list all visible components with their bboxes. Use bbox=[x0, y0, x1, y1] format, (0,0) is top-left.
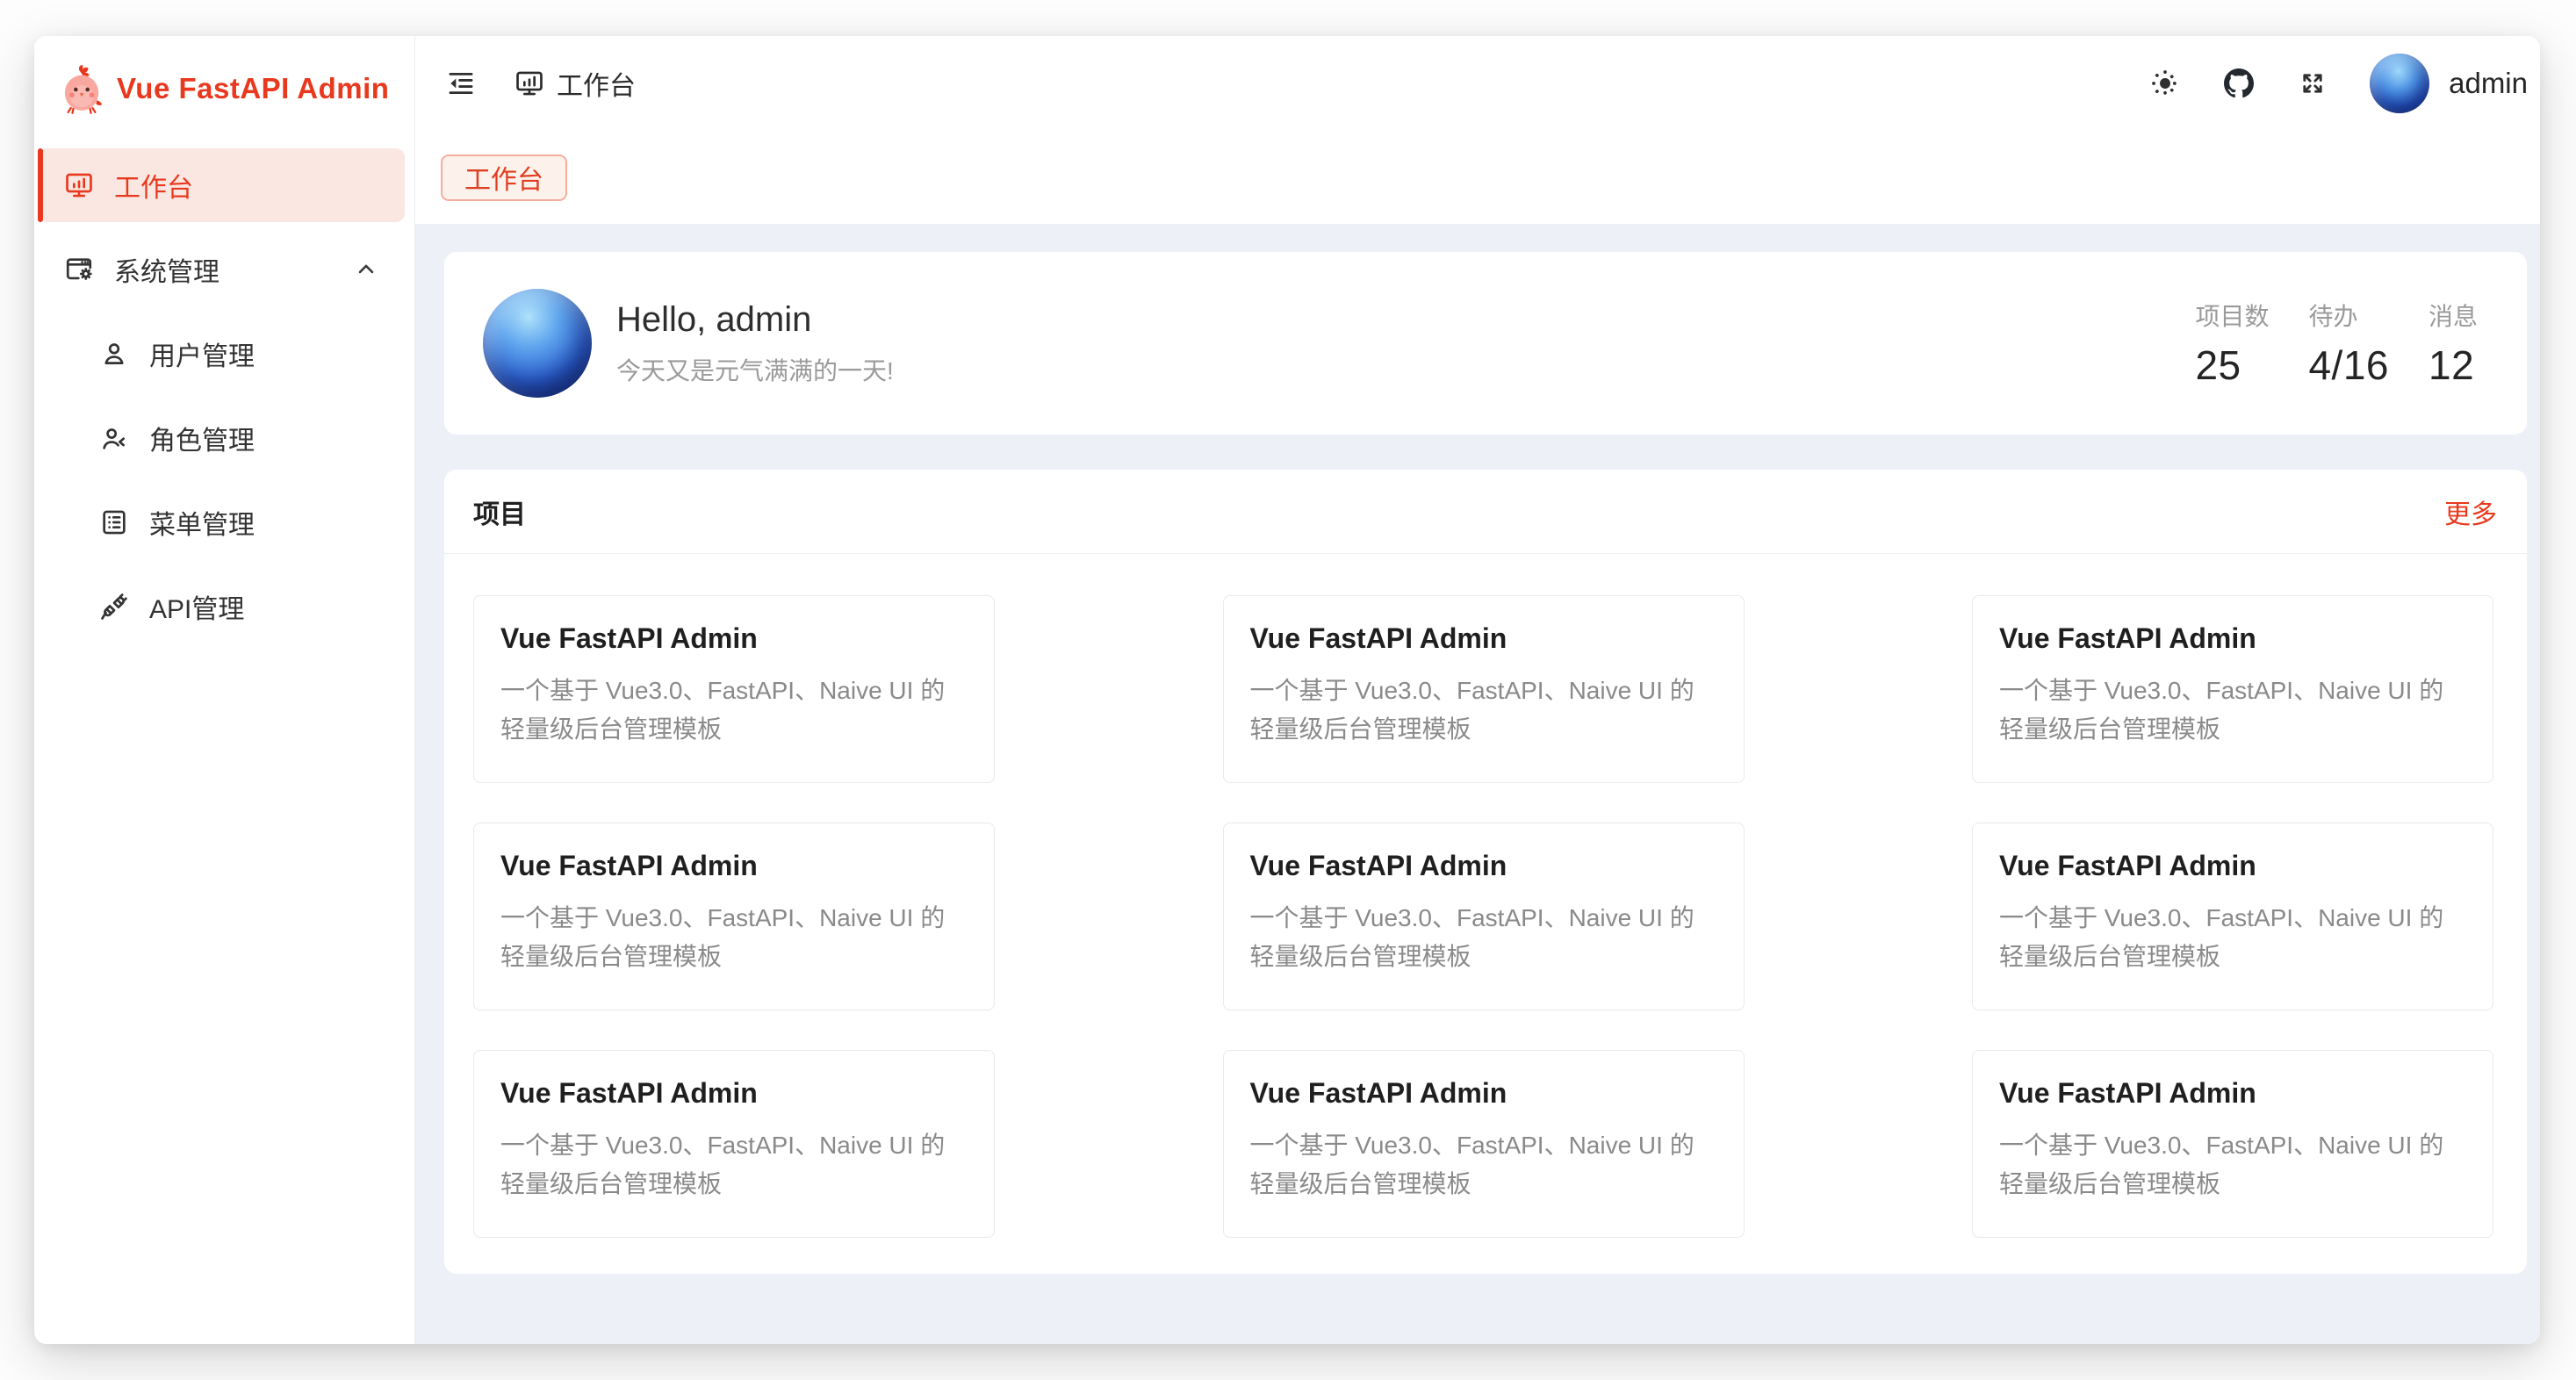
tab-bar: 工作台 bbox=[415, 131, 2540, 224]
project-card-description: 一个基于 Vue3.0、FastAPI、Naive UI 的轻量级后台管理模板 bbox=[500, 1126, 968, 1204]
system-settings-icon bbox=[64, 255, 94, 284]
project-card-description: 一个基于 Vue3.0、FastAPI、Naive UI 的轻量级后台管理模板 bbox=[1250, 899, 1717, 976]
sidebar-item-api-management[interactable]: API管理 bbox=[38, 570, 405, 643]
top-header: 工作台 bbox=[415, 36, 2540, 131]
api-plug-icon bbox=[99, 592, 129, 622]
sidebar-item-label: API管理 bbox=[149, 587, 244, 626]
project-card-title: Vue FastAPI Admin bbox=[1999, 846, 2466, 885]
stat-messages: 消息 12 bbox=[2428, 298, 2478, 389]
app-title: Vue FastAPI Admin bbox=[117, 72, 389, 105]
stat-value: 25 bbox=[2195, 341, 2269, 389]
sidebar-item-system-management[interactable]: 系统管理 bbox=[38, 233, 405, 306]
sidebar-item-label: 工作台 bbox=[114, 166, 193, 205]
more-link[interactable]: 更多 bbox=[2444, 492, 2497, 531]
tab-workbench[interactable]: 工作台 bbox=[441, 155, 567, 201]
stat-label: 消息 bbox=[2428, 298, 2478, 333]
github-icon[interactable] bbox=[2222, 67, 2256, 100]
user-menu[interactable]: admin bbox=[2370, 54, 2528, 113]
user-icon bbox=[99, 339, 129, 369]
sidebar-item-menu-management[interactable]: 菜单管理 bbox=[38, 485, 405, 559]
sidebar: Vue FastAPI Admin 工作台 bbox=[34, 36, 415, 1344]
project-card[interactable]: Vue FastAPI Admin 一个基于 Vue3.0、FastAPI、Na… bbox=[473, 823, 995, 1010]
stats: 项目数 25 待办 4/16 消息 12 bbox=[2195, 298, 2478, 389]
project-card-title: Vue FastAPI Admin bbox=[500, 846, 968, 885]
sidebar-item-label: 角色管理 bbox=[149, 419, 255, 457]
header-actions: admin bbox=[2148, 54, 2528, 113]
project-card-title: Vue FastAPI Admin bbox=[500, 619, 968, 658]
workbench-icon bbox=[514, 68, 544, 98]
project-card-description: 一个基于 Vue3.0、FastAPI、Naive UI 的轻量级后台管理模板 bbox=[1999, 899, 2466, 976]
page-content: Hello, admin 今天又是元气满满的一天! 项目数 25 待办 4/16… bbox=[415, 224, 2540, 1344]
app-window: Vue FastAPI Admin 工作台 bbox=[34, 36, 2540, 1344]
welcome-title: Hello, admin bbox=[616, 300, 894, 340]
project-card-title: Vue FastAPI Admin bbox=[1250, 1074, 1717, 1112]
main-area: 工作台 bbox=[415, 36, 2540, 1344]
sidebar-item-label: 用户管理 bbox=[149, 334, 255, 373]
chevron-up-icon[interactable] bbox=[354, 257, 378, 282]
project-card[interactable]: Vue FastAPI Admin 一个基于 Vue3.0、FastAPI、Na… bbox=[1972, 1050, 2493, 1238]
project-card-description: 一个基于 Vue3.0、FastAPI、Naive UI 的轻量级后台管理模板 bbox=[500, 899, 968, 976]
workbench-icon bbox=[64, 170, 94, 200]
projects-panel: 项目 更多 Vue FastAPI Admin 一个基于 Vue3.0、Fast… bbox=[444, 470, 2527, 1274]
app-logo[interactable]: Vue FastAPI Admin bbox=[62, 62, 414, 115]
sun-theme-icon[interactable] bbox=[2148, 67, 2182, 100]
project-card[interactable]: Vue FastAPI Admin 一个基于 Vue3.0、FastAPI、Na… bbox=[1223, 823, 1745, 1010]
stat-value: 12 bbox=[2428, 341, 2478, 389]
welcome-card: Hello, admin 今天又是元气满满的一天! 项目数 25 待办 4/16… bbox=[444, 252, 2527, 435]
project-card-title: Vue FastAPI Admin bbox=[1250, 619, 1717, 658]
projects-grid: Vue FastAPI Admin 一个基于 Vue3.0、FastAPI、Na… bbox=[444, 554, 2527, 1274]
chick-mascot-icon bbox=[62, 63, 103, 114]
welcome-text: Hello, admin 今天又是元气满满的一天! bbox=[616, 300, 894, 387]
stat-value: 4/16 bbox=[2308, 341, 2389, 389]
project-card[interactable]: Vue FastAPI Admin 一个基于 Vue3.0、FastAPI、Na… bbox=[473, 1050, 995, 1238]
project-card-title: Vue FastAPI Admin bbox=[1250, 846, 1717, 885]
project-card[interactable]: Vue FastAPI Admin 一个基于 Vue3.0、FastAPI、Na… bbox=[1972, 823, 2493, 1010]
menu-list-icon bbox=[99, 507, 129, 537]
project-card-title: Vue FastAPI Admin bbox=[1999, 1074, 2466, 1112]
stat-label: 待办 bbox=[2308, 298, 2389, 333]
project-card-description: 一个基于 Vue3.0、FastAPI、Naive UI 的轻量级后台管理模板 bbox=[1999, 1126, 2466, 1204]
project-card-title: Vue FastAPI Admin bbox=[500, 1074, 968, 1112]
sidebar-item-workbench[interactable]: 工作台 bbox=[38, 148, 405, 222]
project-card[interactable]: Vue FastAPI Admin 一个基于 Vue3.0、FastAPI、Na… bbox=[1972, 595, 2493, 783]
breadcrumb[interactable]: 工作台 bbox=[514, 64, 636, 103]
username: admin bbox=[2449, 67, 2528, 100]
sidebar-item-role-management[interactable]: 角色管理 bbox=[38, 401, 405, 475]
avatar-large bbox=[483, 289, 592, 398]
welcome-subtitle: 今天又是元气满满的一天! bbox=[616, 352, 894, 387]
project-card[interactable]: Vue FastAPI Admin 一个基于 Vue3.0、FastAPI、Na… bbox=[473, 595, 995, 783]
project-card-title: Vue FastAPI Admin bbox=[1999, 619, 2466, 658]
project-card-description: 一个基于 Vue3.0、FastAPI、Naive UI 的轻量级后台管理模板 bbox=[1250, 1126, 1717, 1204]
project-card-description: 一个基于 Vue3.0、FastAPI、Naive UI 的轻量级后台管理模板 bbox=[1999, 672, 2466, 749]
stat-todos: 待办 4/16 bbox=[2308, 298, 2389, 389]
project-card-description: 一个基于 Vue3.0、FastAPI、Naive UI 的轻量级后台管理模板 bbox=[500, 672, 968, 749]
avatar bbox=[2370, 54, 2429, 113]
projects-title: 项目 bbox=[473, 492, 526, 531]
sidebar-item-user-management[interactable]: 用户管理 bbox=[38, 317, 405, 391]
sidebar-item-label: 系统管理 bbox=[114, 250, 219, 289]
stat-projects: 项目数 25 bbox=[2195, 298, 2269, 389]
breadcrumb-label: 工作台 bbox=[557, 64, 636, 103]
project-card[interactable]: Vue FastAPI Admin 一个基于 Vue3.0、FastAPI、Na… bbox=[1223, 595, 1745, 783]
role-icon bbox=[99, 423, 129, 453]
projects-header: 项目 更多 bbox=[444, 470, 2527, 554]
project-card[interactable]: Vue FastAPI Admin 一个基于 Vue3.0、FastAPI、Na… bbox=[1223, 1050, 1745, 1238]
project-card-description: 一个基于 Vue3.0、FastAPI、Naive UI 的轻量级后台管理模板 bbox=[1250, 672, 1717, 749]
sidebar-item-label: 菜单管理 bbox=[149, 503, 255, 542]
sidebar-menu: 工作台 系统管理 bbox=[34, 148, 414, 654]
fullscreen-icon[interactable] bbox=[2296, 67, 2329, 100]
stat-label: 项目数 bbox=[2195, 298, 2269, 333]
collapse-sidebar-icon[interactable] bbox=[444, 67, 478, 100]
